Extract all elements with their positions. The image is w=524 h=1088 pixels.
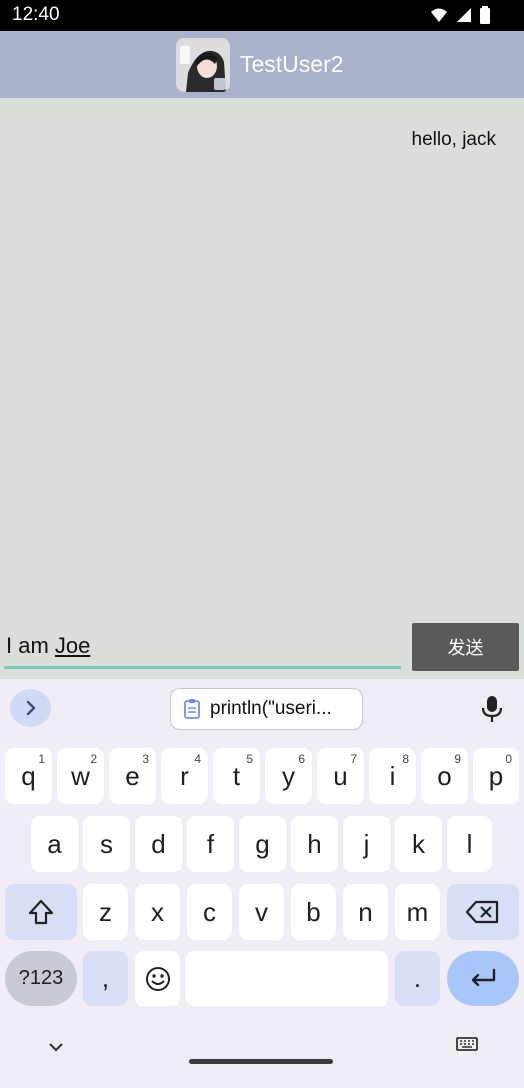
soft-keyboard: println("useri... q1 w2 e3 r4 t5 y6 u7 i… xyxy=(0,679,524,1088)
shift-key[interactable] xyxy=(5,884,77,940)
chevron-right-icon xyxy=(22,699,40,717)
key-f[interactable]: f xyxy=(187,816,234,872)
key-g[interactable]: g xyxy=(239,816,286,872)
backspace-icon xyxy=(465,898,501,926)
enter-icon xyxy=(468,967,498,991)
status-bar: 12:40 xyxy=(0,0,524,31)
key-m[interactable]: m xyxy=(395,884,440,940)
key-c[interactable]: c xyxy=(187,884,232,940)
signal-icon xyxy=(456,6,472,24)
key-p[interactable]: p0 xyxy=(473,748,519,804)
clipboard-suggestion[interactable]: println("useri... xyxy=(170,688,363,730)
key-d[interactable]: d xyxy=(135,816,182,872)
key-z[interactable]: z xyxy=(83,884,128,940)
message-input[interactable]: I am Joe xyxy=(4,621,401,669)
space-key[interactable] xyxy=(186,951,388,1006)
key-a[interactable]: a xyxy=(31,816,78,872)
key-j[interactable]: j xyxy=(343,816,390,872)
shift-icon xyxy=(27,898,55,926)
emoji-icon xyxy=(144,965,172,993)
chat-message: hello, jack xyxy=(411,129,497,150)
message-input-underlined-word: Joe xyxy=(54,633,91,658)
key-y[interactable]: y6 xyxy=(265,748,312,804)
microphone-icon[interactable] xyxy=(481,695,503,723)
key-q[interactable]: q1 xyxy=(5,748,52,804)
emoji-key[interactable] xyxy=(135,951,180,1006)
chat-header: TestUser2 xyxy=(0,31,524,98)
symbols-key[interactable]: ?123 xyxy=(5,951,77,1006)
status-icons xyxy=(430,6,490,24)
key-b[interactable]: b xyxy=(291,884,336,940)
key-u[interactable]: u7 xyxy=(317,748,364,804)
key-n[interactable]: n xyxy=(343,884,388,940)
key-r[interactable]: r4 xyxy=(161,748,208,804)
clipboard-text: println("useri... xyxy=(210,698,332,719)
key-x[interactable]: x xyxy=(135,884,180,940)
message-input-text: I am Joe xyxy=(6,633,90,659)
keyboard-toolbar: println("useri... xyxy=(0,679,524,737)
hide-keyboard-icon[interactable] xyxy=(47,1040,65,1056)
key-k[interactable]: k xyxy=(395,816,442,872)
key-l[interactable]: l xyxy=(447,816,492,872)
message-input-prefix: I am xyxy=(6,633,55,658)
send-button[interactable]: 发送 xyxy=(412,623,519,671)
period-key[interactable]: . xyxy=(395,951,440,1006)
key-t[interactable]: t5 xyxy=(213,748,260,804)
expand-toolbar-button[interactable] xyxy=(10,689,51,727)
key-w[interactable]: w2 xyxy=(57,748,104,804)
key-e[interactable]: e3 xyxy=(109,748,156,804)
key-s[interactable]: s xyxy=(83,816,130,872)
key-v[interactable]: v xyxy=(239,884,284,940)
key-h[interactable]: h xyxy=(291,816,338,872)
keyboard-switch-icon[interactable] xyxy=(456,1037,478,1055)
chat-title: TestUser2 xyxy=(240,51,344,77)
backspace-key[interactable] xyxy=(447,884,519,940)
key-i[interactable]: i8 xyxy=(369,748,416,804)
home-indicator[interactable] xyxy=(189,1059,333,1064)
status-time: 12:40 xyxy=(12,4,60,25)
clipboard-icon xyxy=(183,698,201,720)
message-list: hello, jack xyxy=(0,98,524,679)
comma-key[interactable]: , xyxy=(83,951,128,1006)
enter-key[interactable] xyxy=(447,951,519,1006)
avatar[interactable] xyxy=(176,38,230,92)
wifi-icon xyxy=(430,6,448,24)
battery-icon xyxy=(480,6,490,24)
key-o[interactable]: o9 xyxy=(421,748,468,804)
